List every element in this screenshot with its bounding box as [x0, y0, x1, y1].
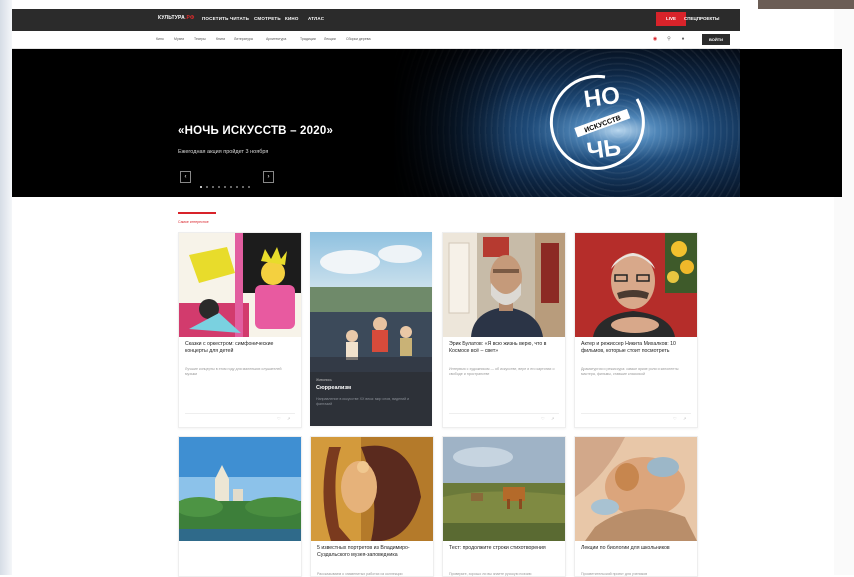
subnav-item-traditions[interactable]: Традиции — [300, 37, 316, 41]
card-image-portrait-bulatov — [443, 233, 565, 337]
hero-fade — [392, 49, 512, 197]
subnav-item-theatres[interactable]: Театры — [194, 37, 206, 41]
card-image-cartoon — [179, 233, 301, 337]
nav-item-cinema[interactable]: КИНО — [285, 16, 299, 21]
article-card-featured[interactable]: Живопись Сюрреализм Направление в искусс… — [310, 232, 432, 426]
nav-item-atlas[interactable]: АТЛАС — [308, 16, 324, 21]
night-of-arts-logo: НО ИСКУССТВ ЧЬ — [549, 74, 645, 170]
login-button[interactable]: ВОЙТИ — [702, 34, 730, 45]
pagination-dot[interactable] — [218, 186, 220, 188]
card-image-church-landscape — [179, 437, 301, 541]
share-icon[interactable]: ↗ — [551, 416, 554, 421]
pagination-dot[interactable] — [212, 186, 214, 188]
card-divider — [449, 413, 559, 414]
page-backdrop-left — [0, 0, 12, 575]
card-image-painting-angel — [311, 437, 433, 541]
card-image-drawing-figures — [575, 437, 697, 541]
top-navigation-bar: КУЛЬТУРА.РФ ПОСЕТИТЬ ЧИТАТЬ СМОТРЕТЬ КИН… — [12, 9, 740, 31]
card-divider — [581, 413, 691, 414]
card-divider — [185, 413, 295, 414]
hero-prev-arrow[interactable]: ‹ — [180, 171, 191, 183]
nav-item-visit[interactable]: ПОСЕТИТЬ — [202, 16, 229, 21]
pagination-dot[interactable] — [236, 186, 238, 188]
search-icon[interactable]: ⚲ — [666, 36, 672, 42]
card-title[interactable]: Тест: продолжите строки стихотворения — [449, 545, 561, 552]
article-card[interactable]: Эрик Булатов: «Я всю жизнь верю, что в К… — [442, 232, 566, 428]
pagination-dot[interactable] — [248, 186, 250, 188]
card-title[interactable]: Лекции по биологии для школьников — [581, 545, 693, 552]
nav-item-watch[interactable]: СМОТРЕТЬ — [254, 16, 281, 21]
site-logo[interactable]: КУЛЬТУРА.РФ — [158, 15, 195, 21]
card-description: Лучшие концерты в этом году для маленьки… — [185, 367, 282, 376]
pagination-dot[interactable] — [230, 186, 232, 188]
logo-top-text: НО — [582, 82, 621, 114]
user-icon[interactable]: ● — [680, 36, 686, 42]
subnav-item-lectures[interactable]: Лекции — [324, 37, 336, 41]
pagination-dot[interactable] — [200, 186, 202, 188]
pagination-dot[interactable] — [206, 186, 208, 188]
article-card[interactable]: Сказки с оркестром: симфонические концер… — [178, 232, 302, 428]
subnav-item-books[interactable]: Книги — [216, 37, 225, 41]
card-title[interactable]: Сказки с оркестром: симфонические концер… — [185, 341, 297, 355]
bookmark-icon[interactable]: ♡ — [277, 416, 281, 421]
article-card[interactable]: 5 известных портретов из Владимиро-Сузда… — [310, 436, 434, 577]
card-title[interactable]: 5 известных портретов из Владимиро-Сузда… — [317, 545, 429, 559]
card-title[interactable]: Эрик Булатов: «Я всю жизнь верю, что в К… — [449, 341, 561, 355]
nav-item-read[interactable]: ЧИТАТЬ — [230, 16, 249, 21]
card-category[interactable]: Живопись — [316, 378, 332, 382]
card-image-painting-horses — [443, 437, 565, 541]
card-description: Драматургия и режиссура: самые яркие рол… — [581, 367, 679, 376]
section-accent-rule — [178, 212, 216, 214]
bookmark-icon[interactable]: ♡ — [673, 416, 677, 421]
article-card[interactable] — [178, 436, 302, 577]
subnav-item-museums[interactable]: Музеи — [174, 37, 184, 41]
article-card[interactable]: Тест: продолжите строки стихотворения Пр… — [442, 436, 566, 577]
pagination-dot[interactable] — [224, 186, 226, 188]
hero-title[interactable]: «НОЧЬ ИСКУССТВ – 2020» — [178, 125, 333, 137]
live-button[interactable]: LIVE — [656, 12, 686, 26]
card-description: Направление в искусстве ХХ века: мир сно… — [316, 397, 410, 406]
article-card[interactable]: Актер и режиссер Никита Михалков: 10 фил… — [574, 232, 698, 428]
logo-bottom-text: ЧЬ — [585, 134, 623, 165]
card-description: Интервью с художником — об искусстве, ве… — [449, 367, 555, 376]
section-label: Самое интересное — [178, 220, 209, 224]
pagination-dot[interactable] — [242, 186, 244, 188]
card-title[interactable]: Сюрреализм — [316, 385, 351, 391]
share-icon[interactable]: ↗ — [287, 416, 290, 421]
subnav-item-cinema[interactable]: Кино — [156, 37, 164, 41]
hero-right-margin — [740, 49, 842, 197]
hero-pagination-dots[interactable] — [200, 175, 254, 193]
hero-subtitle: Ежегодная акция пройдет 3 ноября — [178, 149, 269, 155]
share-icon[interactable]: ↗ — [683, 416, 686, 421]
bookmark-icon[interactable]: ♡ — [541, 416, 545, 421]
hero-next-arrow[interactable]: › — [263, 171, 274, 183]
corner-thumbnail — [758, 0, 854, 9]
card-image-portrait-mikhalkov — [575, 233, 697, 337]
sub-navigation-bar: Кино Музеи Театры Книги Литература Архит… — [12, 31, 740, 49]
hero-banner[interactable]: «НОЧЬ ИСКУССТВ – 2020» Ежегодная акция п… — [12, 49, 842, 197]
card-title[interactable]: Актер и режиссер Никита Михалков: 10 фил… — [581, 341, 693, 355]
special-projects-link[interactable]: СПЕЦПРОЕКТЫ — [684, 16, 719, 21]
eye-icon[interactable]: ◉ — [652, 36, 658, 42]
card-image-painting-running-kids — [310, 232, 432, 372]
subnav-item-literature[interactable]: Литература — [234, 37, 253, 41]
subnav-item-architecture[interactable]: Архитектура — [266, 37, 286, 41]
article-card[interactable]: Лекции по биологии для школьников Просве… — [574, 436, 698, 577]
subnav-item-extra[interactable]: Сборки дерева — [346, 37, 371, 41]
